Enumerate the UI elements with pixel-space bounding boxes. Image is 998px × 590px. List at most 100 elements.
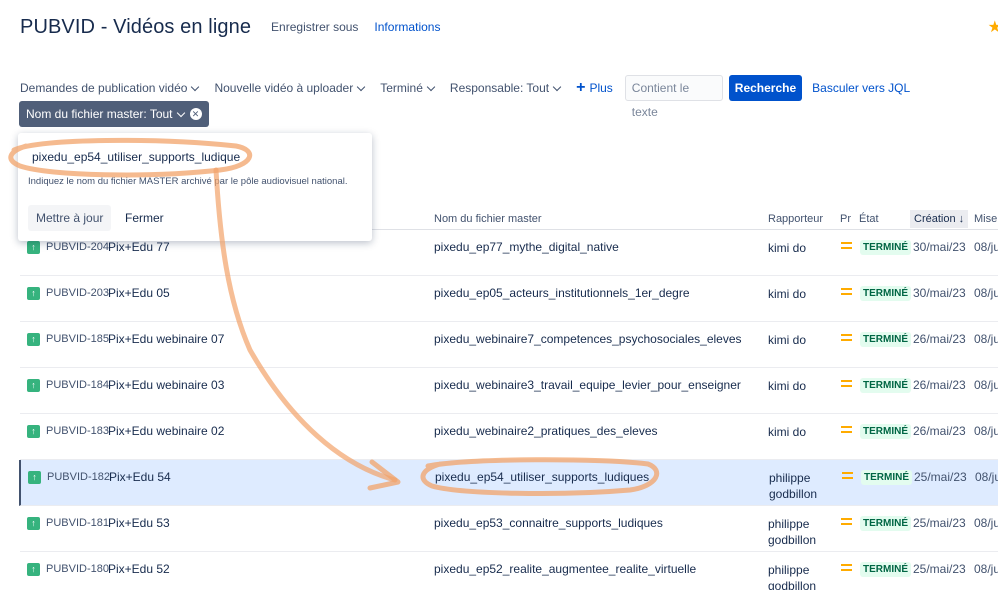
popup-help-text: Indiquez le nom du fichier MASTER archiv… — [28, 176, 348, 187]
mise-cell: 08/ju — [974, 562, 998, 576]
issue-key[interactable]: PUBVID-181 — [46, 517, 109, 529]
close-button[interactable]: Fermer — [125, 205, 164, 231]
search-input[interactable]: Contient le texte — [624, 75, 723, 119]
priority-medium-icon — [841, 288, 852, 298]
switch-jql-link[interactable]: Basculer vers JQL — [812, 81, 910, 95]
search-button[interactable]: Recherche — [728, 75, 803, 101]
upload-icon: ↑ — [27, 425, 40, 438]
created-cell: 30/mai/23 — [913, 286, 966, 300]
update-button[interactable]: Mettre à jour — [28, 205, 112, 231]
upload-icon: ↑ — [27, 563, 40, 576]
column-status[interactable]: État — [859, 213, 879, 225]
info-link[interactable]: Informations — [374, 20, 440, 34]
issue-summary[interactable]: Pix+Edu 05 — [108, 286, 170, 300]
reporter-cell: philippe godbillon — [768, 517, 817, 547]
table-row[interactable]: ↑ PUBVID-185 Pix+Edu webinaire 07 pixedu… — [20, 322, 998, 368]
plus-icon: + — [576, 79, 586, 96]
master-file-filter-chip[interactable]: Nom du fichier master: Tout ✕ — [19, 101, 209, 127]
status-badge: TERMINÉ — [860, 562, 911, 577]
master-file-cell: pixedu_webinaire7_competences_psychosoci… — [434, 332, 742, 346]
issue-key[interactable]: PUBVID-183 — [46, 425, 109, 437]
issue-key[interactable]: PUBVID-204 — [46, 241, 109, 253]
issue-summary[interactable]: Pix+Edu webinaire 07 — [108, 332, 224, 346]
reporter-cell: kimi do — [768, 287, 807, 301]
column-reporter[interactable]: Rapporteur — [768, 213, 823, 225]
priority-medium-icon — [841, 426, 852, 436]
column-priority[interactable]: Pr — [840, 213, 851, 225]
issue-summary[interactable]: Pix+Edu 53 — [108, 516, 170, 530]
issue-key[interactable]: PUBVID-180 — [46, 563, 109, 575]
table-row[interactable]: ↑ PUBVID-180 Pix+Edu 52 pixedu_ep52_real… — [20, 552, 998, 590]
master-file-cell: pixedu_webinaire2_pratiques_des_eleves — [434, 424, 658, 438]
table-row[interactable]: ↑ PUBVID-181 Pix+Edu 53 pixedu_ep53_conn… — [20, 506, 998, 552]
upload-icon: ↑ — [27, 379, 40, 392]
issue-key[interactable]: PUBVID-182 — [47, 471, 110, 483]
mise-cell: 08/ju — [974, 424, 998, 438]
reporter-cell: kimi do — [768, 379, 807, 393]
mise-cell: 08/ju — [974, 286, 998, 300]
filter-type[interactable]: Nouvelle vidéo à uploader — [214, 81, 366, 95]
status-badge: TERMINÉ — [860, 378, 911, 393]
issue-key[interactable]: PUBVID-184 — [46, 379, 109, 391]
created-cell: 25/mai/23 — [914, 470, 967, 484]
issue-summary[interactable]: Pix+Edu 54 — [109, 470, 171, 484]
more-filters-button[interactable]: + Plus — [576, 79, 613, 97]
mise-cell: 08/ju — [974, 240, 998, 254]
mise-cell: 08/ju — [974, 516, 998, 530]
filter-project[interactable]: Demandes de publication vidéo — [20, 81, 200, 95]
created-cell: 25/mai/23 — [913, 562, 966, 576]
page-title: PUBVID - Vidéos en ligne — [20, 15, 252, 38]
sort-down-icon: ↓ — [958, 213, 965, 225]
save-as-link[interactable]: Enregistrer sous — [271, 20, 358, 34]
chip-label: Nom du fichier master: Tout — [26, 107, 173, 121]
status-badge: TERMINÉ — [860, 240, 911, 255]
page-header: PUBVID - Vidéos en ligne Enregistrer sou… — [20, 12, 440, 42]
reporter-cell: kimi do — [768, 241, 807, 255]
filter-bar: Demandes de publication vidéo Nouvelle v… — [20, 74, 910, 119]
issue-summary[interactable]: Pix+Edu webinaire 03 — [108, 378, 224, 392]
created-cell: 26/mai/23 — [913, 378, 966, 392]
favorite-star-icon[interactable]: ★ — [988, 17, 998, 37]
issue-summary[interactable]: Pix+Edu 52 — [108, 562, 170, 576]
reporter-cell: philippe godbillon — [768, 563, 817, 590]
column-master-file[interactable]: Nom du fichier master — [434, 213, 542, 225]
column-mise[interactable]: Mise — [974, 213, 997, 225]
filter-status[interactable]: Terminé — [380, 81, 436, 95]
column-created[interactable]: Création ↓ — [910, 210, 969, 228]
issue-key[interactable]: PUBVID-185 — [46, 333, 109, 345]
more-filters-label: Plus — [589, 81, 613, 95]
chevron-down-icon — [176, 108, 185, 117]
master-file-cell: pixedu_ep77_mythe_digital_native — [434, 240, 619, 254]
filter-assignee[interactable]: Responsable: Tout — [449, 81, 562, 95]
column-created-label: Création — [914, 213, 956, 225]
reporter-cell: kimi do — [768, 425, 807, 439]
status-badge: TERMINÉ — [860, 516, 911, 531]
issue-summary[interactable]: Pix+Edu webinaire 02 — [108, 424, 224, 438]
priority-medium-icon — [841, 380, 852, 390]
table-row[interactable]: ↑ PUBVID-183 Pix+Edu webinaire 02 pixedu… — [20, 414, 998, 460]
filter-project-label: Demandes de publication vidéo — [20, 81, 188, 95]
chevron-down-icon — [191, 82, 200, 91]
mise-cell: 08/ju — [974, 332, 998, 346]
upload-icon: ↑ — [27, 333, 40, 346]
status-badge: TERMINÉ — [860, 424, 911, 439]
issue-summary[interactable]: Pix+Edu 77 — [108, 240, 170, 254]
mise-cell: 08/ju — [974, 378, 998, 392]
table-row-selected[interactable]: ↑ PUBVID-182 Pix+Edu 54 pixedu_ep54_util… — [19, 460, 998, 506]
filter-assignee-label: Responsable: Tout — [449, 81, 550, 95]
status-badge: TERMINÉ — [860, 286, 911, 301]
upload-icon: ↑ — [27, 517, 40, 530]
table-row[interactable]: ↑ PUBVID-184 Pix+Edu webinaire 03 pixedu… — [20, 368, 998, 414]
chevron-down-icon — [426, 82, 436, 91]
mise-cell: 08/ju — [975, 470, 998, 484]
master-file-input[interactable]: pixedu_ep54_utiliser_supports_ludique — [32, 150, 240, 164]
created-cell: 30/mai/23 — [913, 240, 966, 254]
chevron-down-icon — [552, 82, 562, 91]
master-file-cell: pixedu_ep05_acteurs_institutionnels_1er_… — [434, 286, 690, 300]
table-row[interactable]: ↑ PUBVID-203 Pix+Edu 05 pixedu_ep05_acte… — [20, 276, 998, 322]
priority-medium-icon — [842, 472, 853, 482]
status-badge: TERMINÉ — [860, 332, 911, 347]
clear-filter-icon[interactable]: ✕ — [189, 108, 202, 120]
status-badge: TERMINÉ — [861, 470, 912, 485]
issue-key[interactable]: PUBVID-203 — [46, 287, 109, 299]
